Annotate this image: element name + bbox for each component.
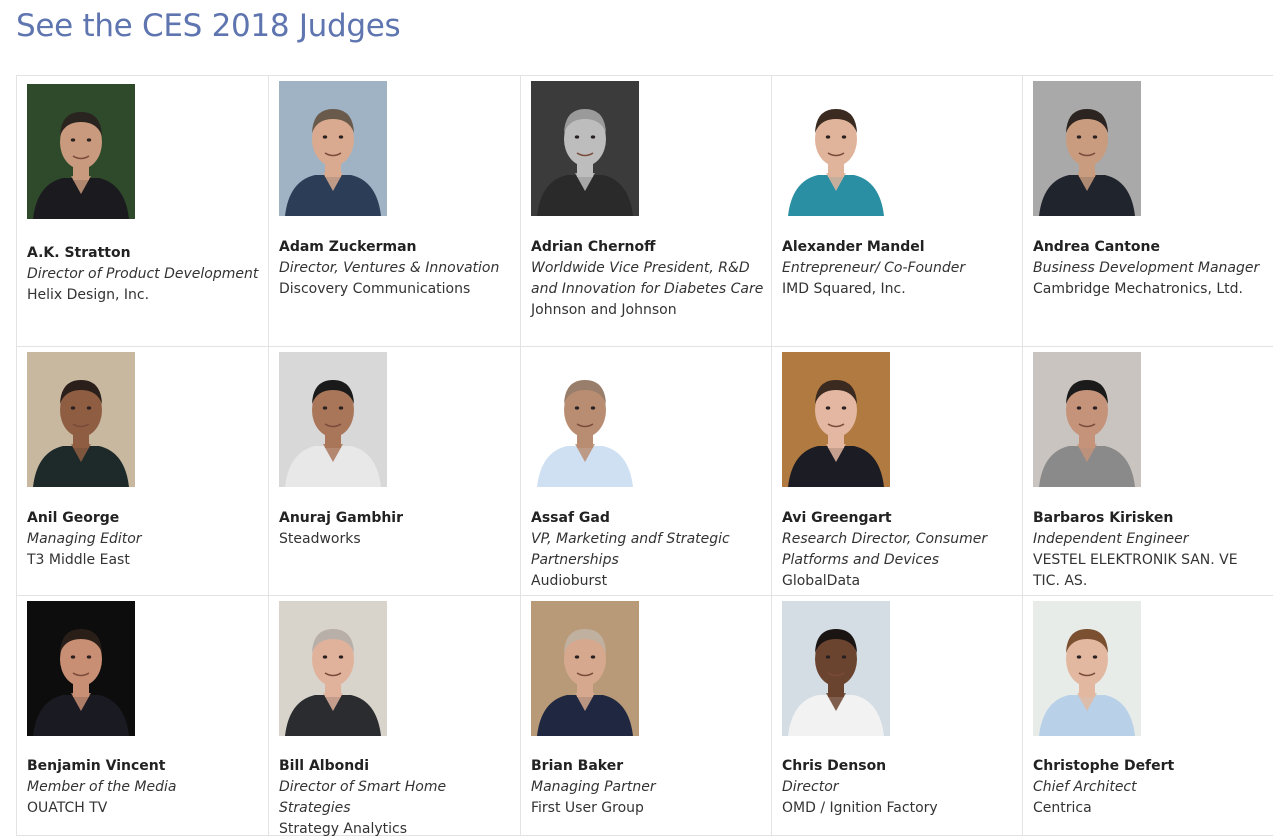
- judge-company: VESTEL ELEKTRONIK SAN. VE TIC. AS.: [1033, 552, 1238, 589]
- judge-photo[interactable]: [531, 81, 639, 216]
- judge-name: Avi Greengart: [782, 510, 892, 526]
- judge-info: Anil George Managing Editor T3 Middle East: [27, 508, 262, 571]
- judge-card: Brian Baker Managing Partner First User Gr…: [521, 596, 772, 836]
- judge-info: Adam Zuckerman Director, Ventures & Innov…: [279, 237, 514, 300]
- judge-info: Avi Greengart Research Director, Consumer…: [782, 508, 1016, 592]
- judge-company: Strategy Analytics: [279, 821, 408, 837]
- judge-photo[interactable]: [1033, 601, 1141, 736]
- judge-photo[interactable]: [27, 601, 135, 736]
- judge-card: Barbaros Kirisken Independent Engineer VES…: [1023, 347, 1273, 596]
- judge-photo[interactable]: [27, 81, 135, 222]
- judge-company: Centrica: [1033, 800, 1092, 816]
- judge-photo[interactable]: [279, 81, 387, 216]
- judge-name: A.K. Stratton: [27, 245, 131, 261]
- judge-title: Business Development Manager: [1033, 260, 1260, 276]
- judge-card: Andrea Cantone Business Development Manag…: [1023, 76, 1273, 347]
- judge-name: Benjamin Vincent: [27, 758, 166, 774]
- judge-photo[interactable]: [1033, 81, 1141, 216]
- judge-photo[interactable]: [782, 81, 890, 216]
- judge-info: Barbaros Kirisken Independent Engineer VES…: [1033, 508, 1267, 592]
- judge-info: Anuraj Gambhir Steadworks: [279, 508, 514, 550]
- judge-title: Independent Engineer: [1033, 531, 1189, 547]
- judge-info: Chris Denson Director OMD / Ignition Facto…: [782, 756, 1016, 819]
- judge-title: Research Director, Consumer Platforms an…: [782, 531, 988, 568]
- judge-card: Adrian Chernoff Worldwide Vice President,…: [521, 76, 772, 347]
- judge-name: Alexander Mandel: [782, 239, 925, 255]
- judge-company: Helix Design, Inc.: [27, 287, 150, 303]
- judge-info: Bill Albondi Director of Smart Home Strat…: [279, 756, 514, 840]
- judges-grid: A.K. Stratton Director of Product Develop…: [16, 75, 1273, 837]
- judge-card: Benjamin Vincent Member of the Media OUATC…: [17, 596, 269, 836]
- judge-title: VP, Marketing andf Strategic Partnership…: [531, 531, 730, 568]
- judge-name: Assaf Gad: [531, 510, 610, 526]
- judge-name: Brian Baker: [531, 758, 624, 774]
- judge-card: Assaf Gad VP, Marketing andf Strategic Pa…: [521, 347, 772, 596]
- judge-title: Director of Smart Home Strategies: [279, 779, 447, 816]
- judge-card: Adam Zuckerman Director, Ventures & Innov…: [269, 76, 521, 347]
- judge-photo[interactable]: [782, 601, 890, 736]
- judge-title: Director of Product Development: [27, 266, 259, 282]
- judge-title: Director, Ventures & Innovation: [279, 260, 500, 276]
- judge-name: Adrian Chernoff: [531, 239, 656, 255]
- judge-info: A.K. Stratton Director of Product Develop…: [27, 243, 262, 306]
- judge-card: Bill Albondi Director of Smart Home Strat…: [269, 596, 521, 837]
- judge-title: Director: [782, 779, 839, 795]
- judge-card: Chris Denson Director OMD / Ignition Facto…: [772, 596, 1023, 836]
- judge-info: Christophe Defert Chief Architect Centrica: [1033, 756, 1267, 819]
- judge-company: T3 Middle East: [27, 552, 130, 568]
- judge-card: Alexander Mandel Entrepreneur/ Co-Founder…: [772, 76, 1023, 347]
- judge-info: Alexander Mandel Entrepreneur/ Co-Founder…: [782, 237, 1016, 300]
- judge-title: Entrepreneur/ Co-Founder: [782, 260, 966, 276]
- judge-title: Member of the Media: [27, 779, 177, 795]
- judge-card: Anil George Managing Editor T3 Middle East: [17, 347, 269, 596]
- judge-photo[interactable]: [1033, 352, 1141, 487]
- judge-company: First User Group: [531, 800, 644, 816]
- judge-info: Brian Baker Managing Partner First User Gr…: [531, 756, 765, 819]
- judge-photo[interactable]: [531, 352, 639, 487]
- judge-company: GlobalData: [782, 573, 861, 589]
- judge-title: Worldwide Vice President, R&D and Innova…: [531, 260, 764, 297]
- judge-company: Audioburst: [531, 573, 608, 589]
- judge-company: IMD Squared, Inc.: [782, 281, 906, 297]
- judge-name: Barbaros Kirisken: [1033, 510, 1174, 526]
- judge-name: Adam Zuckerman: [279, 239, 417, 255]
- judge-info: Andrea Cantone Business Development Manag…: [1033, 237, 1267, 300]
- judge-card: Anuraj Gambhir Steadworks: [269, 347, 521, 596]
- judge-name: Anil George: [27, 510, 120, 526]
- judge-info: Adrian Chernoff Worldwide Vice President,…: [531, 237, 765, 321]
- judge-card: A.K. Stratton Director of Product Develop…: [17, 76, 269, 347]
- judge-photo[interactable]: [782, 352, 890, 487]
- judge-name: Christophe Defert: [1033, 758, 1175, 774]
- judge-company: Johnson and Johnson: [531, 302, 677, 318]
- judge-card: Avi Greengart Research Director, Consumer…: [772, 347, 1023, 596]
- judge-name: Bill Albondi: [279, 758, 370, 774]
- judge-company: OMD / Ignition Factory: [782, 800, 938, 816]
- judge-name: Chris Denson: [782, 758, 887, 774]
- judge-info: Assaf Gad VP, Marketing andf Strategic Pa…: [531, 508, 765, 592]
- judge-title: Chief Architect: [1033, 779, 1137, 795]
- judge-title: Managing Editor: [27, 531, 142, 547]
- page-title: See the CES 2018 Judges: [16, 8, 401, 44]
- judge-company: Discovery Communications: [279, 281, 471, 297]
- judge-photo[interactable]: [279, 601, 387, 736]
- judge-photo[interactable]: [27, 352, 135, 487]
- judge-title: Managing Partner: [531, 779, 656, 795]
- judge-name: Andrea Cantone: [1033, 239, 1161, 255]
- judge-card: Christophe Defert Chief Architect Centrica: [1023, 596, 1273, 836]
- judge-info: Benjamin Vincent Member of the Media OUATC…: [27, 756, 262, 819]
- judge-company: OUATCH TV: [27, 800, 108, 816]
- judge-company: Steadworks: [279, 531, 361, 547]
- judge-photo[interactable]: [279, 352, 387, 487]
- judge-company: Cambridge Mechatronics, Ltd.: [1033, 281, 1243, 297]
- judge-photo[interactable]: [531, 601, 639, 736]
- judge-name: Anuraj Gambhir: [279, 510, 404, 526]
